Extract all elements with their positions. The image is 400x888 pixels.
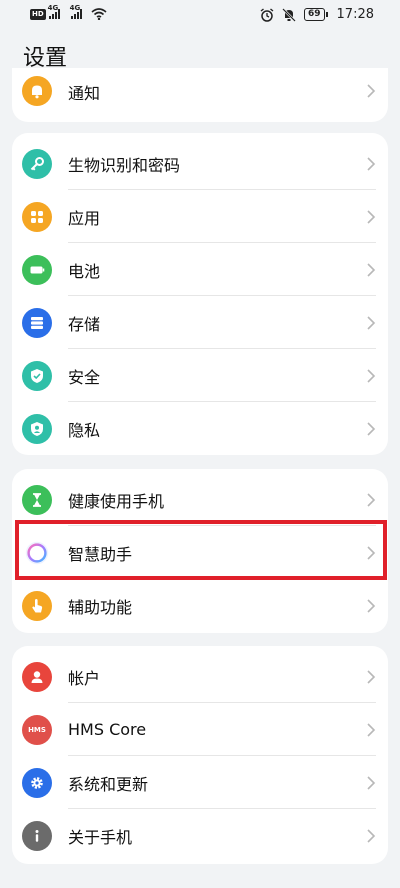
settings-item-account[interactable]: 帐户 <box>12 650 388 703</box>
hourglass-icon <box>22 484 52 515</box>
settings-item-digital-balance[interactable]: 健康使用手机 <box>12 473 388 526</box>
apps-grid-icon <box>22 201 52 232</box>
mute-bell-icon <box>282 7 296 22</box>
battery-icon <box>22 254 52 285</box>
settings-item-label: 通知 <box>68 84 101 103</box>
info-icon <box>22 820 52 851</box>
chevron-right-icon <box>367 722 376 737</box>
chevron-right-icon <box>367 262 376 277</box>
status-left: HD 4G 4G <box>30 4 107 20</box>
battery-indicator: 69 <box>304 8 328 21</box>
status-time: 17:28 <box>336 7 374 22</box>
chevron-right-icon <box>367 492 376 507</box>
chevron-right-icon <box>367 775 376 790</box>
hms-icon-text: HMS <box>28 725 46 734</box>
settings-item-label: 电池 <box>68 261 101 281</box>
key-icon <box>22 148 52 179</box>
chevron-right-icon <box>367 828 376 843</box>
settings-item-label: 辅助功能 <box>68 597 133 617</box>
settings-item-battery[interactable]: 电池 <box>12 243 388 296</box>
hand-icon <box>22 590 52 621</box>
status-bar: HD 4G 4G 69 17:28 <box>0 0 400 30</box>
chevron-right-icon <box>367 209 376 224</box>
chevron-right-icon <box>367 598 376 613</box>
settings-item-label: 隐私 <box>68 420 101 440</box>
settings-item-label: HMS Core <box>68 720 147 739</box>
settings-item-privacy[interactable]: 隐私 <box>12 402 388 455</box>
settings-item-system-update[interactable]: 系统和更新 <box>12 756 388 809</box>
settings-item-label: 安全 <box>68 367 101 387</box>
storage-icon <box>22 307 52 338</box>
chevron-right-icon <box>367 84 376 98</box>
settings-card-notifications: 通知 <box>12 68 388 122</box>
settings-item-label: 关于手机 <box>68 827 133 847</box>
gear-icon <box>22 767 52 798</box>
settings-item-notifications[interactable]: 通知 <box>12 68 388 114</box>
settings-item-apps[interactable]: 应用 <box>12 190 388 243</box>
chevron-right-icon <box>367 669 376 684</box>
hms-icon: HMS <box>22 714 52 745</box>
shield-icon <box>22 360 52 391</box>
highlight-box <box>15 520 387 580</box>
status-right: 69 17:28 <box>260 7 374 22</box>
alarm-icon <box>260 7 274 22</box>
hd-badge: HD <box>30 8 46 20</box>
settings-card-system: 帐户 HMS HMS Core 系统和更新 关于手机 <box>12 646 388 864</box>
settings-item-hms-core[interactable]: HMS HMS Core <box>12 703 388 756</box>
chevron-right-icon <box>367 421 376 436</box>
settings-item-accessibility[interactable]: 辅助功能 <box>12 579 388 632</box>
settings-item-label: 系统和更新 <box>68 774 149 794</box>
settings-card-device: 生物识别和密码 应用 电池 存储 安全 隐私 <box>12 133 388 455</box>
chevron-right-icon <box>367 156 376 171</box>
wifi-icon <box>91 8 107 20</box>
settings-item-label: 生物识别和密码 <box>68 155 181 175</box>
chevron-right-icon <box>367 368 376 383</box>
privacy-icon <box>22 413 52 444</box>
settings-item-biometrics[interactable]: 生物识别和密码 <box>12 137 388 190</box>
settings-item-label: 应用 <box>68 208 101 228</box>
signal-icon: 4G <box>70 4 82 19</box>
chevron-right-icon <box>367 315 376 330</box>
settings-item-label: 健康使用手机 <box>68 491 165 511</box>
settings-item-storage[interactable]: 存储 <box>12 296 388 349</box>
settings-item-label: 帐户 <box>68 668 101 688</box>
bell-icon <box>22 76 52 106</box>
settings-item-label: 存储 <box>68 314 101 334</box>
signal-icon: 4G <box>48 4 60 19</box>
user-icon <box>22 661 52 692</box>
settings-item-about-phone[interactable]: 关于手机 <box>12 809 388 862</box>
settings-item-security[interactable]: 安全 <box>12 349 388 402</box>
